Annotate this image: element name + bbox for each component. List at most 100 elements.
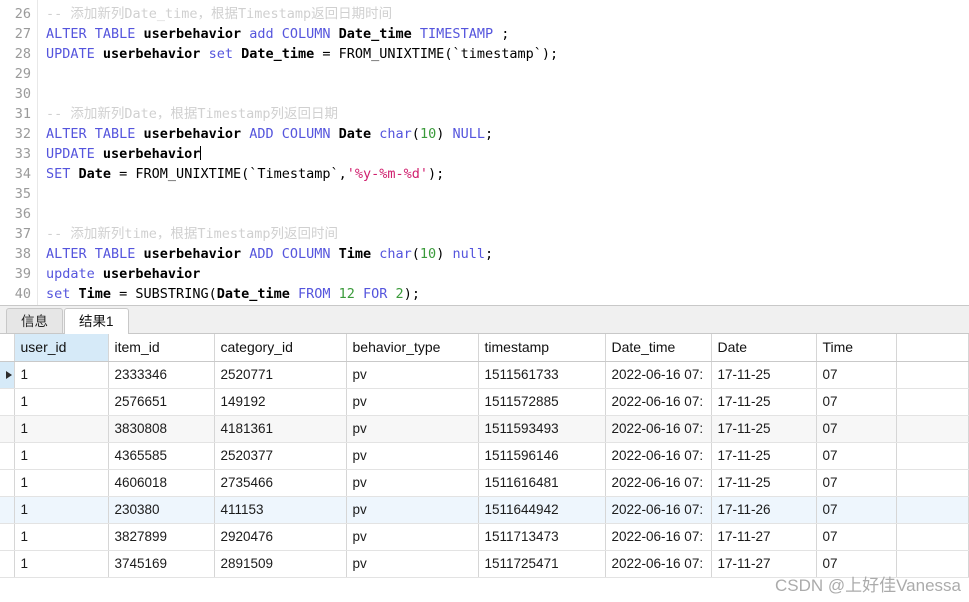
cell-item-id[interactable]: 4365585: [108, 442, 215, 470]
cell-timestamp[interactable]: 1511572885: [478, 388, 606, 416]
code-line-39[interactable]: update userbehavior: [46, 264, 969, 284]
table-row[interactable]: 1 2576651 149192 pv 1511572885 2022-06-1…: [0, 388, 969, 416]
code-line-31[interactable]: -- 添加新列Date，根据Timestamp列返回日期: [46, 104, 969, 124]
cell-time[interactable]: 07: [816, 496, 897, 524]
row-indicator[interactable]: [0, 415, 15, 443]
cell-behavior-type[interactable]: pv: [346, 361, 479, 389]
column-header-timestamp[interactable]: timestamp: [478, 334, 606, 362]
cell-date[interactable]: 17-11-25: [711, 442, 817, 470]
code-line-28[interactable]: UPDATE userbehavior set Date_time = FROM…: [46, 44, 969, 64]
table-row[interactable]: 1 3830808 4181361 pv 1511593493 2022-06-…: [0, 415, 969, 443]
cell-behavior-type[interactable]: pv: [346, 388, 479, 416]
row-indicator[interactable]: [0, 361, 15, 389]
cell-user-id[interactable]: 1: [14, 361, 109, 389]
cell-date-time[interactable]: 2022-06-16 07:: [605, 442, 712, 470]
table-row[interactable]: 1 4365585 2520377 pv 1511596146 2022-06-…: [0, 442, 969, 470]
cell-user-id[interactable]: 1: [14, 523, 109, 551]
cell-date[interactable]: 17-11-25: [711, 388, 817, 416]
cell-date-time[interactable]: 2022-06-16 07:: [605, 388, 712, 416]
cell-time[interactable]: 07: [816, 550, 897, 578]
cell-category-id[interactable]: 2735466: [214, 469, 347, 497]
cell-item-id[interactable]: 2333346: [108, 361, 215, 389]
cell-behavior-type[interactable]: pv: [346, 442, 479, 470]
cell-behavior-type[interactable]: pv: [346, 550, 479, 578]
cell-date-time[interactable]: 2022-06-16 07:: [605, 415, 712, 443]
column-header-date[interactable]: Date: [711, 334, 817, 362]
column-header-behavior-type[interactable]: behavior_type: [346, 334, 479, 362]
sql-code-editor[interactable]: 26 27 28 29 30 31 32 33 34 35 36 37 38 3…: [0, 0, 969, 305]
cell-item-id[interactable]: 3827899: [108, 523, 215, 551]
cell-time[interactable]: 07: [816, 523, 897, 551]
cell-date-time[interactable]: 2022-06-16 07:: [605, 496, 712, 524]
cell-date-time[interactable]: 2022-06-16 07:: [605, 469, 712, 497]
cell-timestamp[interactable]: 1511593493: [478, 415, 606, 443]
cell-date[interactable]: 17-11-25: [711, 415, 817, 443]
cell-category-id[interactable]: 2520771: [214, 361, 347, 389]
cell-user-id[interactable]: 1: [14, 415, 109, 443]
code-line-34[interactable]: SET Date = FROM_UNIXTIME(`Timestamp`,'%y…: [46, 164, 969, 184]
code-line-30[interactable]: [46, 84, 969, 104]
cell-item-id[interactable]: 230380: [108, 496, 215, 524]
table-row[interactable]: 1 230380 411153 pv 1511644942 2022-06-16…: [0, 496, 969, 524]
tab-info[interactable]: 信息: [6, 308, 63, 333]
row-indicator[interactable]: [0, 442, 15, 470]
cell-item-id[interactable]: 3745169: [108, 550, 215, 578]
cell-behavior-type[interactable]: pv: [346, 469, 479, 497]
cell-category-id[interactable]: 2920476: [214, 523, 347, 551]
column-header-category-id[interactable]: category_id: [214, 334, 347, 362]
result-grid-container[interactable]: user_id item_id category_id behavior_typ…: [0, 334, 969, 602]
cell-behavior-type[interactable]: pv: [346, 496, 479, 524]
cell-item-id[interactable]: 4606018: [108, 469, 215, 497]
cell-time[interactable]: 07: [816, 361, 897, 389]
cell-date-time[interactable]: 2022-06-16 07:: [605, 361, 712, 389]
cell-date[interactable]: 17-11-25: [711, 469, 817, 497]
cell-user-id[interactable]: 1: [14, 469, 109, 497]
cell-timestamp[interactable]: 1511596146: [478, 442, 606, 470]
column-header-item-id[interactable]: item_id: [108, 334, 215, 362]
code-line-36[interactable]: [46, 204, 969, 224]
cell-category-id[interactable]: 2520377: [214, 442, 347, 470]
code-line-38[interactable]: ALTER TABLE userbehavior ADD COLUMN Time…: [46, 244, 969, 264]
cell-item-id[interactable]: 3830808: [108, 415, 215, 443]
row-indicator[interactable]: [0, 469, 15, 497]
code-line-27[interactable]: ALTER TABLE userbehavior add COLUMN Date…: [46, 24, 969, 44]
code-line-35[interactable]: [46, 184, 969, 204]
cell-item-id[interactable]: 2576651: [108, 388, 215, 416]
row-indicator[interactable]: [0, 523, 15, 551]
cell-timestamp[interactable]: 1511561733: [478, 361, 606, 389]
cell-user-id[interactable]: 1: [14, 442, 109, 470]
tab-result-1[interactable]: 结果1: [64, 308, 129, 334]
cell-date-time[interactable]: 2022-06-16 07:: [605, 523, 712, 551]
row-indicator[interactable]: [0, 496, 15, 524]
code-text-area[interactable]: -- 添加新列Date_time，根据Timestamp返回日期时间 ALTER…: [38, 0, 969, 305]
cell-timestamp[interactable]: 1511713473: [478, 523, 606, 551]
code-line-32[interactable]: ALTER TABLE userbehavior ADD COLUMN Date…: [46, 124, 969, 144]
cell-user-id[interactable]: 1: [14, 550, 109, 578]
cell-behavior-type[interactable]: pv: [346, 415, 479, 443]
cell-timestamp[interactable]: 1511725471: [478, 550, 606, 578]
cell-user-id[interactable]: 1: [14, 496, 109, 524]
cell-time[interactable]: 07: [816, 442, 897, 470]
cell-user-id[interactable]: 1: [14, 388, 109, 416]
code-line-26[interactable]: -- 添加新列Date_time，根据Timestamp返回日期时间: [46, 4, 969, 24]
column-header-user-id[interactable]: user_id: [14, 334, 109, 362]
cell-date[interactable]: 17-11-26: [711, 496, 817, 524]
table-row[interactable]: 1 4606018 2735466 pv 1511616481 2022-06-…: [0, 469, 969, 497]
cell-category-id[interactable]: 4181361: [214, 415, 347, 443]
cell-date[interactable]: 17-11-25: [711, 361, 817, 389]
cell-time[interactable]: 07: [816, 388, 897, 416]
column-header-date-time[interactable]: Date_time: [605, 334, 712, 362]
column-header-time[interactable]: Time: [816, 334, 897, 362]
code-line-40[interactable]: set Time = SUBSTRING(Date_time FROM 12 F…: [46, 284, 969, 304]
cell-category-id[interactable]: 2891509: [214, 550, 347, 578]
table-row[interactable]: 1 3827899 2920476 pv 1511713473 2022-06-…: [0, 523, 969, 551]
cell-time[interactable]: 07: [816, 469, 897, 497]
cell-category-id[interactable]: 411153: [214, 496, 347, 524]
row-indicator[interactable]: [0, 550, 15, 578]
table-row[interactable]: 1 3745169 2891509 pv 1511725471 2022-06-…: [0, 550, 969, 578]
cell-date[interactable]: 17-11-27: [711, 523, 817, 551]
cell-category-id[interactable]: 149192: [214, 388, 347, 416]
code-line-33[interactable]: UPDATE userbehavior: [46, 144, 969, 164]
cell-behavior-type[interactable]: pv: [346, 523, 479, 551]
cell-date[interactable]: 17-11-27: [711, 550, 817, 578]
